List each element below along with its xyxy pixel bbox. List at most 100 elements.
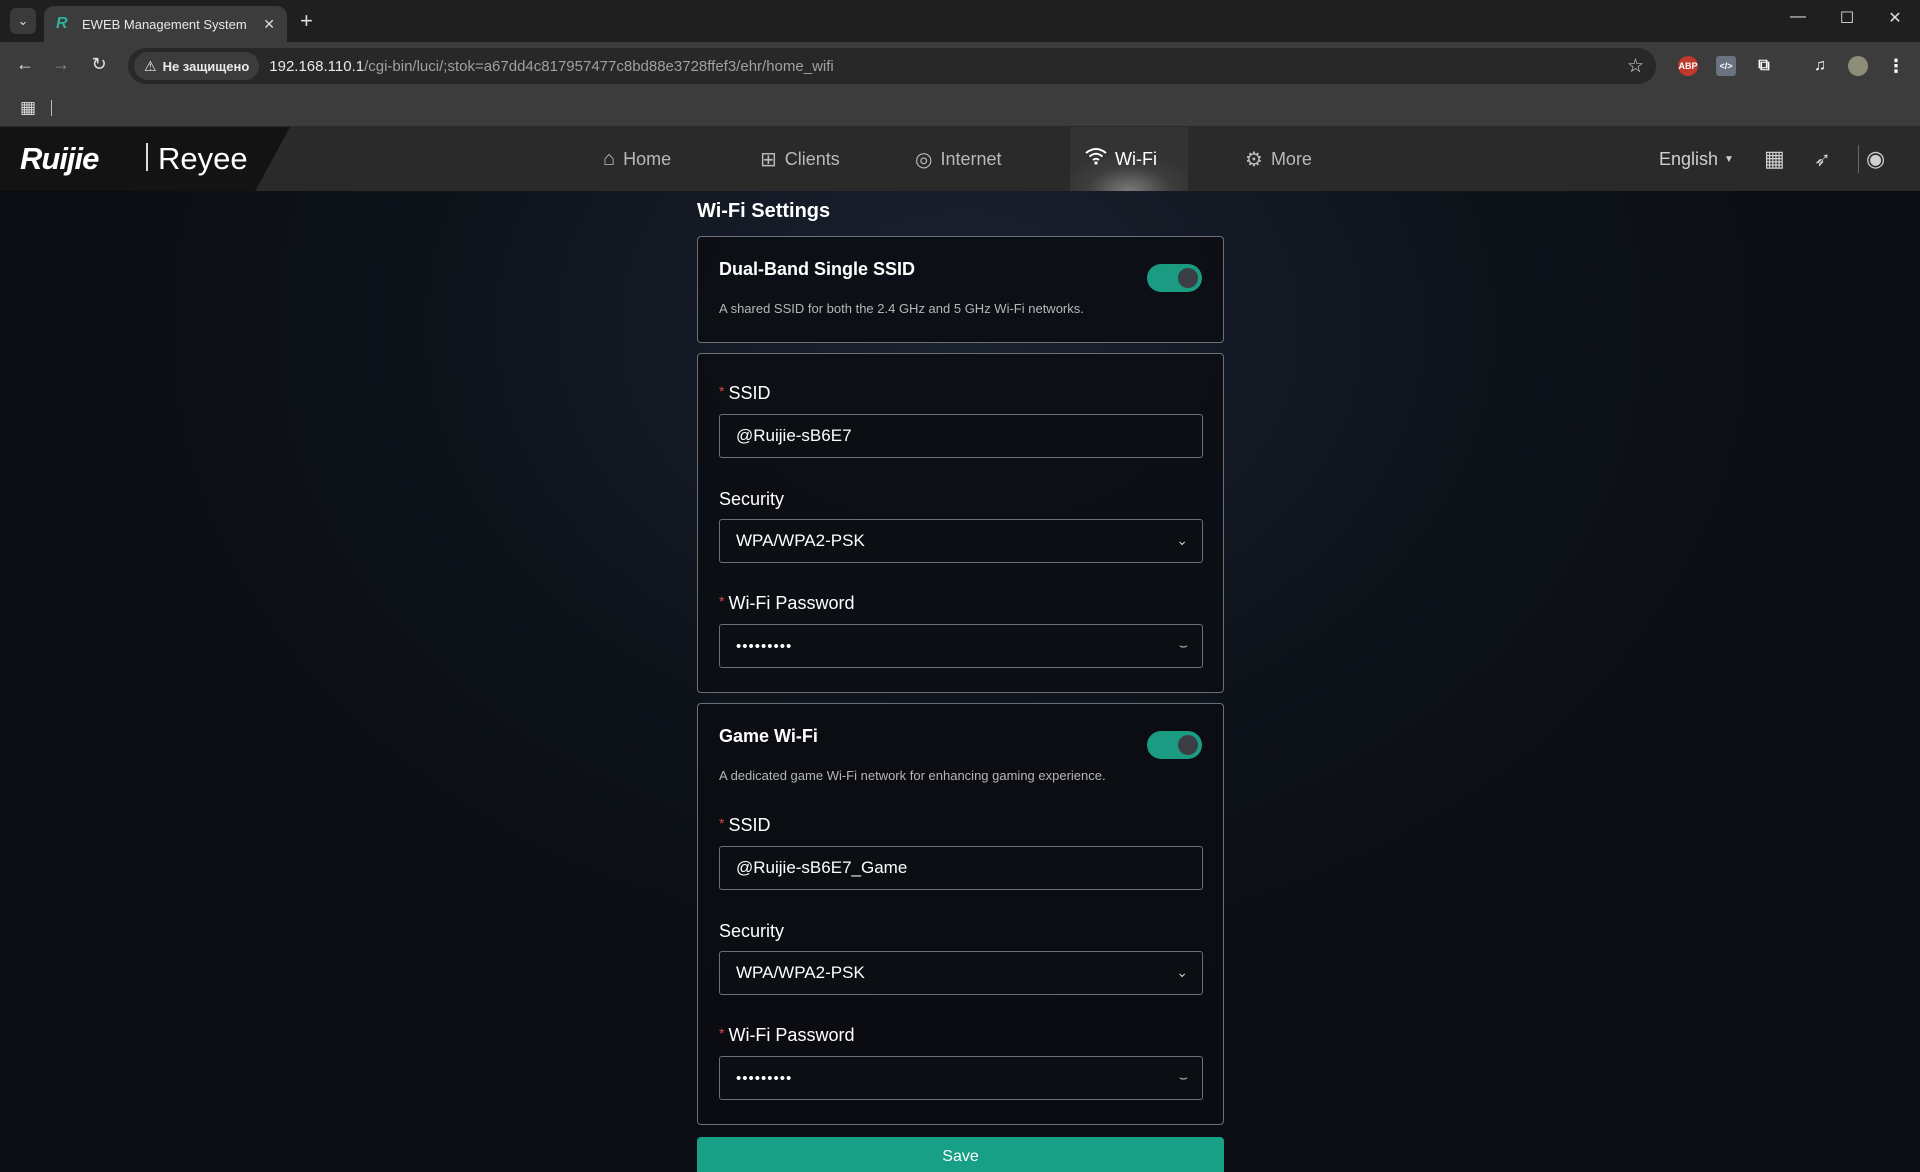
clients-grid-icon: ⊞ (760, 148, 777, 171)
main-wifi-card: * SSID @Ruijie-sB6E7 Security WPA/WPA2-PS… (697, 353, 1224, 693)
chevron-down-icon: ⌄ (1176, 964, 1188, 980)
app-viewport: Ruijie Reyee ⌂ Home ⊞ Clients ◎ Internet… (0, 127, 1920, 1172)
eye-closed-icon[interactable]: ⌣ (1179, 1069, 1188, 1086)
required-mark: * (719, 815, 725, 831)
ssid-label: * SSID (719, 383, 770, 404)
nav-clients-label: Clients (784, 148, 840, 169)
dual-band-toggle[interactable] (1147, 264, 1202, 292)
tab-close-icon[interactable]: ✕ (263, 16, 275, 33)
page-title: Wi-Fi Settings (697, 200, 831, 222)
game-wifi-toggle[interactable] (1147, 731, 1202, 759)
game-ssid-label-text: SSID (728, 815, 771, 835)
nav-internet[interactable]: ◎ Internet (915, 127, 1002, 191)
adblock-extension-icon[interactable]: ABP (1678, 56, 1698, 76)
game-wifi-description: A dedicated game Wi-Fi network for enhan… (719, 768, 1106, 783)
maximize-icon[interactable]: ☐ (1832, 8, 1862, 28)
browser-tab[interactable]: R EWEB Management System ✕ (44, 6, 287, 42)
nav-wifi-label: Wi-Fi (1115, 148, 1157, 169)
security-label: Security (719, 489, 785, 509)
logo-ruijie: Ruijie (20, 141, 99, 176)
user-account-icon[interactable]: ◉ (1866, 127, 1885, 191)
browser-toolbar: ← → ↻ ⚠ Не защищено 192.168.110.1/cgi-bi… (0, 42, 1920, 90)
header-divider (1858, 127, 1859, 191)
nav-home[interactable]: ⌂ Home (603, 127, 671, 191)
ssid-label-text: SSID (728, 383, 771, 403)
password-input[interactable]: ••••••••• ⌣ (719, 624, 1203, 668)
rocket-icon[interactable]: ➶ (1814, 127, 1831, 191)
url-host: 192.168.110.1 (269, 57, 365, 75)
required-mark: * (719, 1025, 725, 1041)
warning-icon: ⚠ (144, 57, 157, 74)
logo[interactable]: Ruijie Reyee (0, 127, 290, 191)
password-value: ••••••••• (736, 637, 793, 655)
bookmarks-divider (51, 100, 52, 116)
new-tab-icon[interactable]: + (300, 8, 313, 34)
logo-divider (146, 143, 148, 171)
game-password-input[interactable]: ••••••••• ⌣ (719, 1056, 1203, 1100)
url-text[interactable]: 192.168.110.1/cgi-bin/luci/;stok=a67dd4c… (269, 58, 833, 75)
address-bar[interactable]: ⚠ Не защищено 192.168.110.1/cgi-bin/luci… (128, 48, 1656, 84)
toggle-knob (1178, 735, 1198, 755)
nav-clients[interactable]: ⊞ Clients (760, 127, 840, 191)
password-label-text: Wi-Fi Password (728, 593, 855, 613)
security-chip-label: Не защищено (162, 58, 250, 74)
game-password-value: ••••••••• (736, 1069, 793, 1087)
caret-down-icon: ▼ (1724, 153, 1734, 165)
nav-more[interactable]: ⚙ More (1245, 127, 1312, 191)
nav-wifi[interactable]: Wi-Fi (1085, 127, 1157, 191)
password-label: * Wi-Fi Password (719, 593, 854, 614)
browser-menu-icon[interactable]: ⋮ (1886, 56, 1906, 76)
globe-icon: ◎ (915, 148, 933, 171)
required-mark: * (719, 383, 725, 399)
dual-band-title: Dual-Band Single SSID (719, 259, 916, 279)
apps-grid-icon[interactable]: ▦ (20, 98, 36, 118)
qr-code-icon[interactable]: ▦ (1764, 127, 1785, 191)
profile-avatar[interactable] (1848, 56, 1868, 76)
wifi-icon (1085, 147, 1107, 171)
security-chip[interactable]: ⚠ Не защищено (134, 52, 260, 80)
language-select[interactable]: English ▼ (1659, 127, 1734, 191)
logo-reyee: Reyee (158, 141, 248, 176)
browser-tabbar: ⌄ R EWEB Management System ✕ + — ☐ ✕ (0, 0, 1920, 42)
chevron-down-icon: ⌄ (1176, 532, 1188, 548)
bookmarks-bar: ▦ (0, 90, 1920, 127)
game-ssid-input[interactable]: @Ruijie-sB6E7_Game (719, 846, 1203, 890)
save-button[interactable]: Save (697, 1137, 1224, 1172)
ssid-value: @Ruijie-sB6E7 (736, 426, 852, 445)
reload-icon[interactable]: ↻ (86, 54, 112, 75)
tab-search-dropdown-icon[interactable]: ⌄ (10, 8, 36, 34)
language-label: English (1659, 148, 1719, 169)
required-mark: * (719, 593, 725, 609)
game-security-select[interactable]: WPA/WPA2-PSK ⌄ (719, 951, 1203, 995)
game-security-label: Security (719, 921, 785, 941)
dual-band-card: Dual-Band Single SSID A shared SSID for … (697, 236, 1224, 343)
ssid-input[interactable]: @Ruijie-sB6E7 (719, 414, 1203, 458)
game-ssid-value: @Ruijie-sB6E7_Game (736, 858, 908, 877)
eye-closed-icon[interactable]: ⌣ (1179, 637, 1188, 654)
dual-band-description: A shared SSID for both the 2.4 GHz and 5… (719, 301, 1084, 316)
home-icon: ⌂ (603, 147, 616, 170)
game-security-value: WPA/WPA2-PSK (736, 963, 865, 982)
back-icon[interactable]: ← (12, 54, 38, 75)
gear-icon: ⚙ (1245, 148, 1263, 171)
game-ssid-label: * SSID (719, 815, 770, 836)
app-header: Ruijie Reyee ⌂ Home ⊞ Clients ◎ Internet… (0, 127, 1920, 191)
devtools-extension-icon[interactable]: </> (1716, 56, 1736, 76)
window-close-icon[interactable]: ✕ (1880, 8, 1910, 28)
adblock-label: ABP (1678, 61, 1698, 71)
media-control-icon[interactable]: ♫ (1810, 56, 1830, 76)
game-password-label-text: Wi-Fi Password (728, 1025, 855, 1045)
toggle-knob (1178, 268, 1198, 288)
minimize-icon[interactable]: — (1783, 8, 1813, 26)
ruijie-favicon-icon: R (56, 15, 68, 32)
tab-title: EWEB Management System (82, 16, 247, 32)
nav-internet-label: Internet (940, 148, 1002, 169)
security-select[interactable]: WPA/WPA2-PSK ⌄ (719, 519, 1203, 563)
extensions-puzzle-icon[interactable]: ⧉ (1754, 56, 1774, 76)
save-button-label: Save (942, 1148, 979, 1165)
forward-icon[interactable]: → (48, 54, 74, 75)
game-wifi-title: Game Wi-Fi (719, 726, 818, 746)
security-value: WPA/WPA2-PSK (736, 531, 865, 550)
bookmark-star-icon[interactable]: ☆ (1627, 55, 1644, 78)
nav-more-label: More (1270, 148, 1312, 169)
